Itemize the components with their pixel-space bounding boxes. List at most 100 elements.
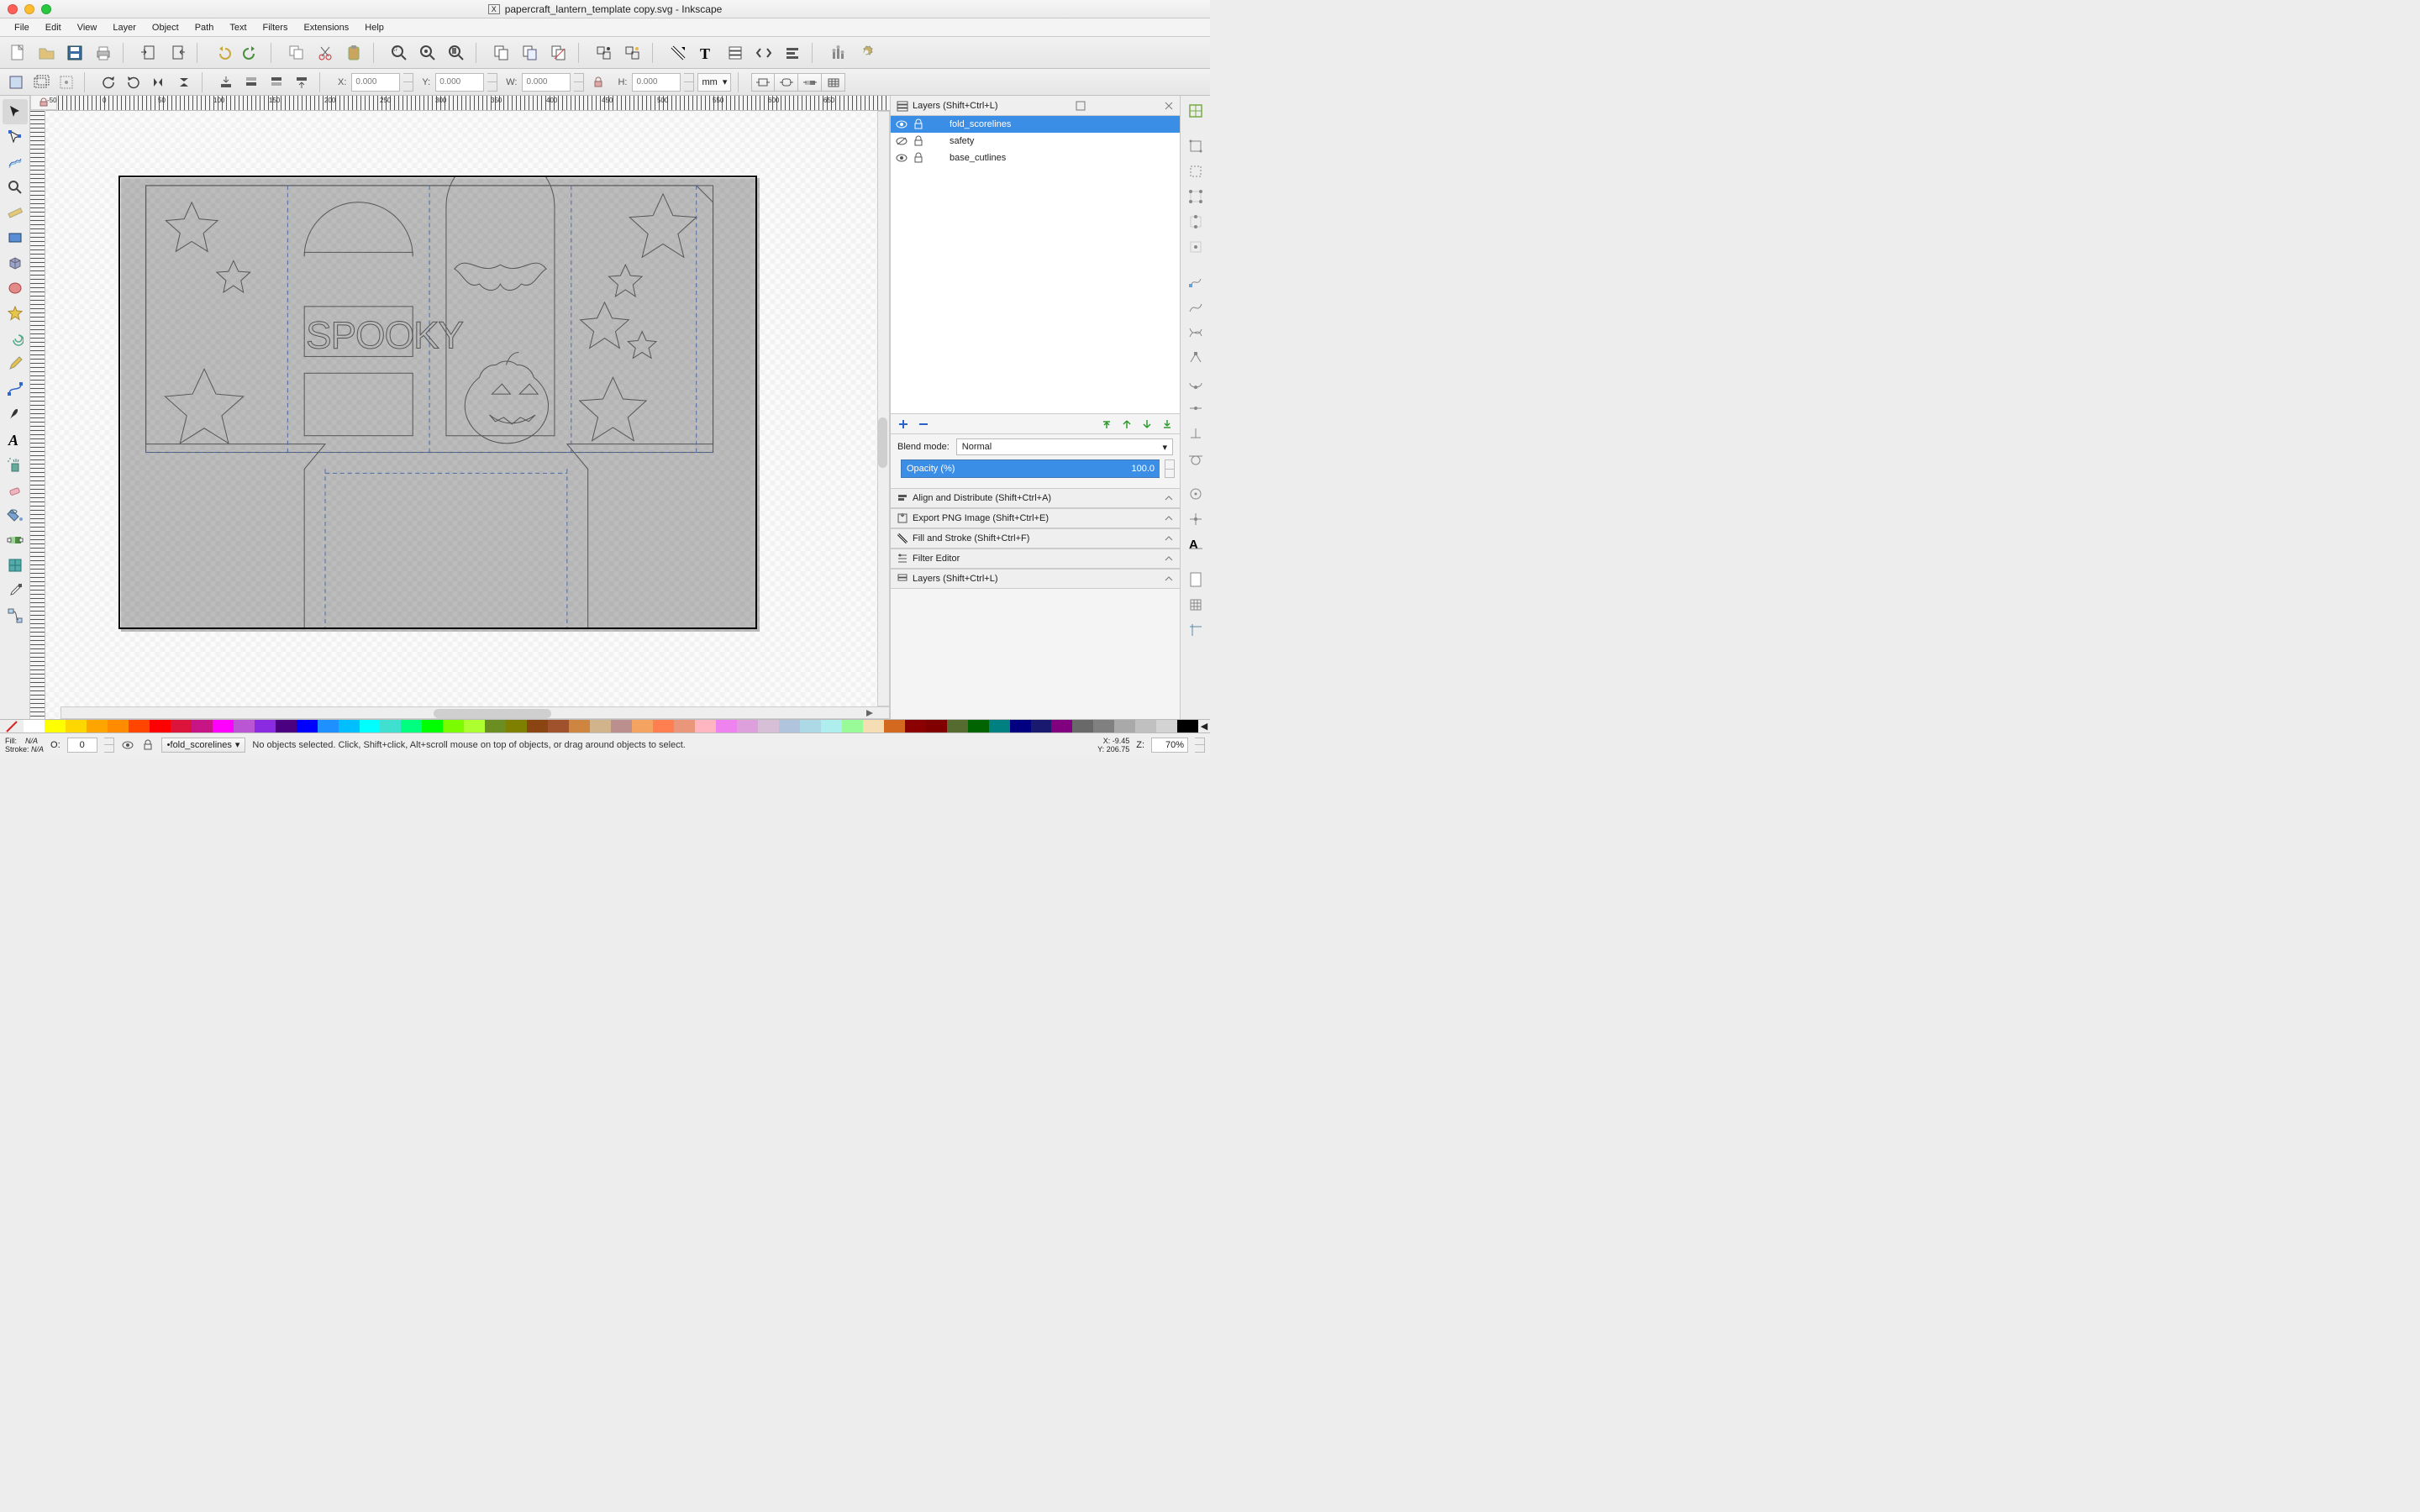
color-swatch[interactable] bbox=[989, 720, 1010, 732]
zoom-tool[interactable] bbox=[3, 175, 28, 200]
snap-text-baseline-button[interactable]: A bbox=[1183, 533, 1208, 556]
color-swatch[interactable] bbox=[653, 720, 674, 732]
layer-up-button[interactable] bbox=[1121, 418, 1133, 430]
no-fill-swatch[interactable] bbox=[0, 720, 24, 732]
expand-up-icon[interactable] bbox=[1163, 553, 1175, 564]
vertical-scrollbar[interactable] bbox=[877, 111, 890, 706]
color-swatch[interactable] bbox=[45, 720, 66, 732]
color-swatch[interactable] bbox=[276, 720, 297, 732]
color-swatch[interactable] bbox=[213, 720, 234, 732]
collapsed-panel-header[interactable]: Align and Distribute (Shift+Ctrl+A) bbox=[891, 488, 1180, 508]
snap-bbox-button[interactable] bbox=[1183, 134, 1208, 158]
star-tool[interactable] bbox=[3, 301, 28, 326]
pencil-tool[interactable] bbox=[3, 351, 28, 376]
snap-grid-button[interactable] bbox=[1183, 593, 1208, 617]
color-swatch[interactable] bbox=[569, 720, 590, 732]
color-swatch[interactable] bbox=[947, 720, 968, 732]
affect-pattern-button[interactable] bbox=[822, 73, 845, 92]
color-swatch[interactable] bbox=[192, 720, 213, 732]
group-button[interactable] bbox=[592, 40, 617, 66]
spray-tool[interactable] bbox=[3, 452, 28, 477]
menu-file[interactable]: File bbox=[7, 20, 37, 35]
color-swatch[interactable] bbox=[129, 720, 150, 732]
color-swatch[interactable] bbox=[1114, 720, 1135, 732]
document-properties-button[interactable] bbox=[854, 40, 879, 66]
color-swatch[interactable] bbox=[737, 720, 758, 732]
select-all-layers-button[interactable] bbox=[30, 71, 52, 93]
layer-row[interactable]: safety bbox=[891, 133, 1180, 150]
color-swatch[interactable] bbox=[884, 720, 905, 732]
undo-button[interactable] bbox=[210, 40, 235, 66]
layer-lock-icon[interactable] bbox=[141, 738, 155, 752]
text-tool[interactable]: A bbox=[3, 427, 28, 452]
vertical-ruler[interactable] bbox=[30, 111, 45, 719]
menu-extensions[interactable]: Extensions bbox=[296, 20, 356, 35]
layer-row[interactable]: base_cutlines bbox=[891, 150, 1180, 166]
color-swatch[interactable] bbox=[1156, 720, 1177, 732]
measure-tool[interactable] bbox=[3, 200, 28, 225]
snap-bbox-corner-button[interactable] bbox=[1183, 185, 1208, 208]
paste-button[interactable] bbox=[341, 40, 366, 66]
snap-bbox-edge-button[interactable] bbox=[1183, 160, 1208, 183]
collapsed-panel-header[interactable]: Export PNG Image (Shift+Ctrl+E) bbox=[891, 508, 1180, 528]
layers-panel-header[interactable]: Layers (Shift+Ctrl+L) bbox=[891, 96, 1180, 116]
save-file-button[interactable] bbox=[62, 40, 87, 66]
gradient-tool[interactable] bbox=[3, 528, 28, 553]
color-swatch[interactable] bbox=[716, 720, 737, 732]
palette-menu-icon[interactable]: ◀ bbox=[1198, 720, 1210, 732]
color-swatch[interactable] bbox=[506, 720, 527, 732]
collapsed-panel-header[interactable]: Filter Editor bbox=[891, 549, 1180, 569]
eraser-tool[interactable] bbox=[3, 477, 28, 502]
text-dialog-button[interactable]: T bbox=[694, 40, 719, 66]
flip-vertical-button[interactable] bbox=[173, 71, 195, 93]
lower-to-bottom-button[interactable] bbox=[215, 71, 237, 93]
color-swatch[interactable] bbox=[1051, 720, 1072, 732]
copy-button[interactable] bbox=[284, 40, 309, 66]
snap-cusp-button[interactable] bbox=[1183, 346, 1208, 370]
master-opacity-spinner[interactable] bbox=[104, 738, 114, 753]
menu-layer[interactable]: Layer bbox=[105, 20, 144, 35]
snap-tangent-button[interactable] bbox=[1183, 447, 1208, 470]
rect-tool[interactable] bbox=[3, 225, 28, 250]
remove-layer-button[interactable] bbox=[918, 418, 929, 430]
snap-midpoint-button[interactable] bbox=[1183, 396, 1208, 420]
color-swatch[interactable] bbox=[1135, 720, 1156, 732]
snap-node-button[interactable] bbox=[1183, 270, 1208, 294]
color-swatch[interactable] bbox=[758, 720, 779, 732]
snap-perp-button[interactable] bbox=[1183, 422, 1208, 445]
color-swatch[interactable] bbox=[1177, 720, 1198, 732]
snap-center-button[interactable] bbox=[1183, 482, 1208, 506]
color-swatch[interactable] bbox=[485, 720, 506, 732]
color-swatch[interactable] bbox=[401, 720, 422, 732]
color-swatch[interactable] bbox=[863, 720, 884, 732]
color-swatch[interactable] bbox=[339, 720, 360, 732]
w-input[interactable]: 0.000 bbox=[522, 73, 571, 92]
tweak-tool[interactable] bbox=[3, 150, 28, 175]
fill-stroke-dialog-button[interactable] bbox=[666, 40, 691, 66]
blend-mode-select[interactable]: Normal▾ bbox=[956, 438, 1173, 455]
color-swatch[interactable] bbox=[87, 720, 108, 732]
color-swatch[interactable] bbox=[380, 720, 401, 732]
mesh-tool[interactable] bbox=[3, 553, 28, 578]
layer-down-button[interactable] bbox=[1141, 418, 1153, 430]
snap-bbox-center-button[interactable] bbox=[1183, 235, 1208, 259]
snap-guide-button[interactable] bbox=[1183, 618, 1208, 642]
color-swatch[interactable] bbox=[905, 720, 926, 732]
bezier-tool[interactable] bbox=[3, 376, 28, 402]
color-swatch[interactable] bbox=[1093, 720, 1114, 732]
menu-object[interactable]: Object bbox=[145, 20, 187, 35]
snap-smooth-button[interactable] bbox=[1183, 371, 1208, 395]
color-swatch[interactable] bbox=[150, 720, 171, 732]
layer-visibility-icon[interactable] bbox=[896, 152, 908, 164]
menu-view[interactable]: View bbox=[70, 20, 105, 35]
dropper-tool[interactable] bbox=[3, 578, 28, 603]
color-swatch[interactable] bbox=[842, 720, 863, 732]
color-swatch[interactable] bbox=[24, 720, 45, 732]
connector-tool[interactable] bbox=[3, 603, 28, 628]
snap-intersect-button[interactable] bbox=[1183, 321, 1208, 344]
collapsed-panel-header[interactable]: Layers (Shift+Ctrl+L) bbox=[891, 569, 1180, 589]
rotate-cw-button[interactable] bbox=[123, 71, 145, 93]
raise-button[interactable] bbox=[266, 71, 287, 93]
color-swatch[interactable] bbox=[968, 720, 989, 732]
zoom-selection-button[interactable] bbox=[387, 40, 412, 66]
